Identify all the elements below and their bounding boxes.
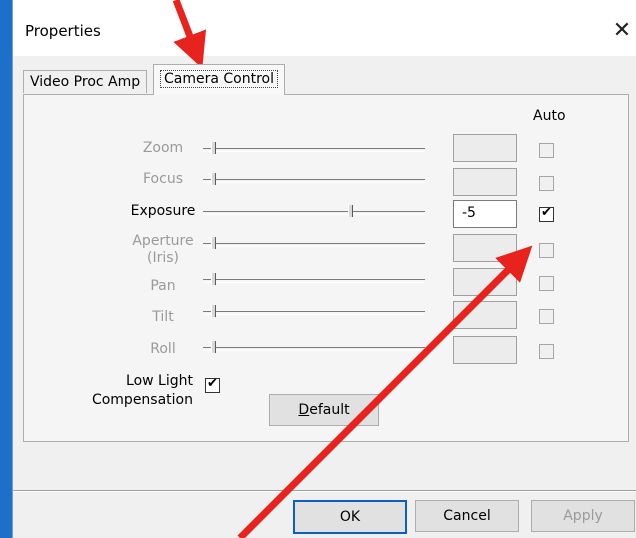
pan-label: Pan bbox=[150, 278, 176, 294]
zoom-label: Zoom bbox=[142, 140, 184, 156]
tilt-value-field[interactable] bbox=[453, 301, 517, 329]
zoom-auto-checkbox[interactable] bbox=[539, 143, 554, 158]
focus-slider-thumb[interactable] bbox=[211, 173, 216, 185]
close-icon[interactable]: ✕ bbox=[607, 14, 636, 48]
cancel-button[interactable]: Cancel bbox=[415, 500, 519, 532]
exposure-label: Exposure bbox=[130, 203, 196, 219]
check-icon: ✔ bbox=[207, 376, 218, 391]
roll-value-field[interactable] bbox=[453, 336, 517, 364]
focus-auto-checkbox[interactable] bbox=[539, 176, 554, 191]
default-button[interactable]: Default bbox=[269, 394, 379, 426]
aperture-label: Aperture (Iris) bbox=[132, 233, 194, 266]
roll-label: Roll bbox=[150, 341, 176, 357]
aperture-slider-thumb[interactable] bbox=[211, 237, 216, 249]
apply-button[interactable]: Apply bbox=[531, 500, 635, 532]
tilt-slider-thumb[interactable] bbox=[211, 305, 216, 317]
tab-camera-control[interactable]: Camera Control bbox=[153, 64, 285, 95]
focus-slider[interactable] bbox=[203, 173, 425, 187]
check-icon: ✔ bbox=[541, 205, 552, 220]
ok-button[interactable]: OK bbox=[293, 500, 407, 534]
exposure-value-field[interactable]: -5 bbox=[453, 200, 517, 228]
footer-separator bbox=[13, 490, 636, 492]
tab-label: Camera Control bbox=[160, 70, 278, 88]
roll-auto-checkbox[interactable] bbox=[539, 344, 554, 359]
zoom-slider-thumb[interactable] bbox=[211, 142, 216, 154]
focus-value-field[interactable] bbox=[453, 168, 517, 196]
tilt-auto-checkbox[interactable] bbox=[539, 309, 554, 324]
pan-slider[interactable] bbox=[203, 273, 425, 287]
window-title: Properties bbox=[25, 22, 101, 40]
aperture-auto-checkbox[interactable] bbox=[539, 243, 554, 258]
low-light-compensation-label: Low Light Compensation bbox=[91, 373, 193, 408]
tab-video-proc-amp[interactable]: Video Proc Amp bbox=[23, 70, 148, 93]
aperture-slider[interactable] bbox=[203, 237, 425, 251]
pan-value-field[interactable] bbox=[453, 268, 517, 296]
tab-strip: Video Proc Amp Camera Control bbox=[13, 56, 636, 96]
low-light-compensation-checkbox[interactable]: ✔ bbox=[205, 376, 220, 393]
tilt-label: Tilt bbox=[152, 309, 174, 325]
pan-slider-thumb[interactable] bbox=[211, 273, 216, 285]
tilt-slider[interactable] bbox=[203, 305, 425, 319]
auto-column-header: Auto bbox=[533, 108, 566, 124]
aperture-value-field[interactable] bbox=[453, 234, 517, 262]
title-bar: Properties ✕ bbox=[13, 0, 636, 56]
pan-auto-checkbox[interactable] bbox=[539, 276, 554, 291]
roll-slider-thumb[interactable] bbox=[211, 341, 216, 353]
focus-label: Focus bbox=[143, 171, 183, 187]
properties-dialog: Properties ✕ Video Proc Amp Camera Contr… bbox=[12, 0, 636, 538]
tab-label: Video Proc Amp bbox=[30, 74, 141, 90]
exposure-auto-checkbox[interactable]: ✔ bbox=[539, 205, 554, 222]
exposure-slider-thumb[interactable] bbox=[348, 205, 354, 217]
exposure-slider[interactable] bbox=[203, 205, 425, 219]
roll-slider[interactable] bbox=[203, 341, 425, 355]
zoom-slider[interactable] bbox=[203, 142, 425, 156]
zoom-value-field[interactable] bbox=[453, 134, 517, 162]
